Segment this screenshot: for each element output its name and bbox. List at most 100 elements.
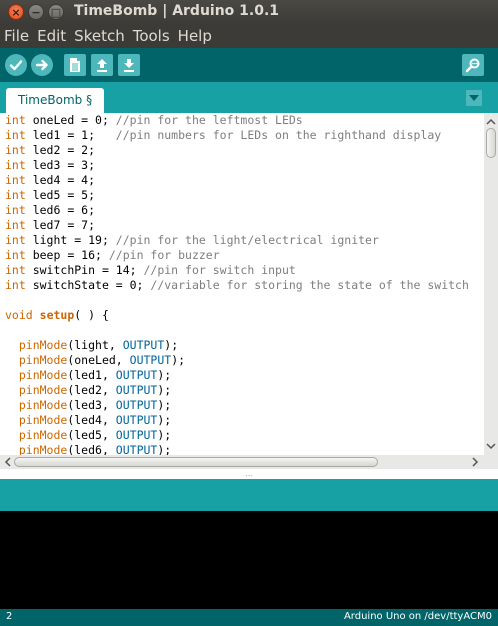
tab-timebomb[interactable]: TimeBomb §	[6, 88, 105, 113]
upload-icon	[35, 59, 48, 71]
code-line: int oneLed = 0; //pin for the leftmost L…	[5, 113, 469, 128]
code-token: int	[5, 128, 26, 142]
code-token: pinMode	[18, 353, 68, 367]
code-token: led7 = 7;	[25, 218, 96, 232]
menu-edit[interactable]: Edit	[37, 27, 66, 45]
toolbar	[0, 48, 498, 82]
code-token: pinMode	[18, 428, 68, 442]
code-token: OUTPUT	[115, 413, 158, 427]
code-token: int	[5, 218, 26, 232]
verify-button[interactable]	[5, 54, 27, 76]
code-line: pinMode(led6, OUTPUT);	[5, 443, 469, 455]
code-token: ( ) {	[74, 308, 109, 322]
vertical-scrollbar[interactable]	[484, 113, 498, 455]
code-token: led4 = 4;	[25, 173, 96, 187]
open-icon	[97, 59, 107, 72]
code-line: int led7 = 7;	[5, 218, 469, 233]
code-token: (light,	[67, 338, 123, 352]
code-editor[interactable]: int oneLed = 0; //pin for the leftmost L…	[0, 113, 484, 455]
maximize-icon: □	[50, 6, 62, 19]
code-token: int	[5, 173, 26, 187]
code-token: int	[5, 203, 26, 217]
code-line: pinMode(led2, OUTPUT);	[5, 383, 469, 398]
code-line: int led5 = 5;	[5, 188, 469, 203]
code-token: OUTPUT	[115, 428, 158, 442]
code-token: OUTPUT	[129, 353, 172, 367]
code-line: int led3 = 3;	[5, 158, 469, 173]
code-token: //variable for storing the state of the …	[150, 278, 469, 292]
code-token: );	[157, 413, 172, 427]
code-token: OUTPUT	[115, 443, 158, 455]
verify-icon	[9, 60, 23, 71]
minimize-window-button[interactable]: −	[28, 4, 44, 20]
close-window-button[interactable]: ×	[8, 4, 24, 20]
status-message-bar	[0, 479, 498, 511]
horizontal-scroll-thumb[interactable]	[14, 457, 378, 467]
code-token: OUTPUT	[122, 338, 165, 352]
scroll-down-icon[interactable]	[485, 441, 497, 451]
console-output[interactable]	[0, 511, 498, 609]
minimize-icon: −	[31, 6, 41, 19]
scroll-right-icon[interactable]	[470, 457, 480, 467]
code-text: int oneLed = 0; //pin for the leftmost L…	[5, 113, 469, 455]
code-token: led5 = 5;	[25, 188, 96, 202]
code-token: led6 = 6;	[25, 203, 96, 217]
code-token: );	[171, 353, 186, 367]
code-token: //pin for buzzer	[108, 248, 220, 262]
code-token: int	[5, 263, 26, 277]
menu-file[interactable]: File	[4, 27, 29, 45]
vertical-scroll-thumb[interactable]	[486, 128, 496, 158]
code-token: (oneLed,	[67, 353, 130, 367]
tab-strip: TimeBomb §	[0, 82, 498, 113]
code-token: (led4,	[67, 413, 116, 427]
serial-monitor-button[interactable]	[462, 54, 484, 76]
save-sketch-button[interactable]	[118, 54, 140, 76]
code-token: led1 = 1;	[25, 128, 116, 142]
code-line: int led2 = 2;	[5, 143, 469, 158]
scroll-left-icon[interactable]	[3, 457, 13, 467]
code-line: int beep = 16; //pin for buzzer	[5, 248, 469, 263]
scroll-up-icon[interactable]	[485, 117, 497, 127]
new-sketch-button[interactable]	[64, 54, 86, 76]
code-token: (led5,	[67, 428, 116, 442]
code-token: switchState = 0;	[25, 278, 151, 292]
code-token: pinMode	[18, 413, 68, 427]
code-line: int led4 = 4;	[5, 173, 469, 188]
code-token: int	[5, 188, 26, 202]
code-token: pinMode	[18, 398, 68, 412]
code-line: int switchPin = 14; //pin for switch inp…	[5, 263, 469, 278]
code-line: pinMode(oneLed, OUTPUT);	[5, 353, 469, 368]
board-port-label: Arduino Uno on /dev/ttyACM0	[343, 611, 492, 622]
menu-sketch[interactable]: Sketch	[74, 27, 125, 45]
code-token: int	[5, 248, 26, 262]
code-line: pinMode(led4, OUTPUT);	[5, 413, 469, 428]
code-line: pinMode(led3, OUTPUT);	[5, 398, 469, 413]
code-token: );	[157, 383, 172, 397]
code-token: OUTPUT	[115, 398, 158, 412]
code-token: //pin for switch input	[143, 263, 296, 277]
code-token: int	[5, 158, 26, 172]
menu-tools[interactable]: Tools	[133, 27, 170, 45]
upload-button[interactable]	[31, 54, 53, 76]
open-sketch-button[interactable]	[91, 54, 113, 76]
code-token: led2 = 2;	[25, 143, 96, 157]
code-token: pinMode	[18, 338, 68, 352]
code-token: );	[157, 428, 172, 442]
code-token: beep = 16;	[25, 248, 109, 262]
menu-help[interactable]: Help	[178, 27, 212, 45]
code-token: (led3,	[67, 398, 116, 412]
menu-bar: File Edit Sketch Tools Help	[0, 24, 498, 48]
code-token: );	[164, 338, 179, 352]
maximize-window-button[interactable]: □	[48, 4, 64, 20]
code-line: pinMode(led5, OUTPUT);	[5, 428, 469, 443]
tab-menu-button[interactable]	[466, 90, 482, 106]
code-token: pinMode	[18, 368, 68, 382]
code-token: switchPin = 14;	[25, 263, 144, 277]
chevron-down-icon	[469, 95, 479, 101]
code-token: (led6,	[67, 443, 116, 455]
